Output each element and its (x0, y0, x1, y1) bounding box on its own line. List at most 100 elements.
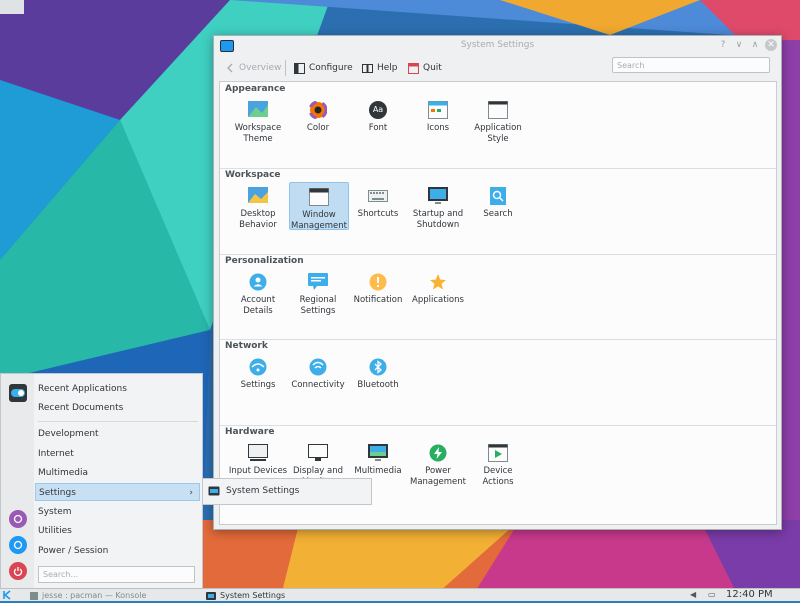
tile-notification[interactable]: Notification (348, 268, 408, 316)
menu-item-recent-documents[interactable]: Recent Documents (38, 399, 198, 417)
search-icon (488, 186, 508, 206)
application-launcher-menu: Recent Applications Recent Documents Dev… (0, 373, 203, 590)
multimedia-icon (368, 443, 388, 463)
font-glyph: Aa (369, 101, 387, 119)
desktop-behavior-icon (248, 186, 268, 206)
task-label: System Settings (220, 591, 286, 600)
tile-account-details[interactable]: Account Details (228, 268, 288, 316)
system-settings-window: System Settings ? ∨ ∧ ✕ Overview Configu… (213, 35, 782, 530)
menu-item-settings[interactable]: Settings › (35, 483, 200, 501)
tile-label: Startup and Shutdown (412, 209, 464, 230)
tile-shortcuts[interactable]: Shortcuts (348, 182, 408, 230)
tile-desktop-behavior[interactable]: Desktop Behavior (228, 182, 288, 230)
tile-network-settings[interactable]: Settings (228, 353, 288, 401)
menu-item-development[interactable]: Development (38, 425, 198, 443)
menu-divider (38, 421, 198, 422)
task-label: jesse : pacman — Konsole (42, 591, 147, 600)
section-title: Network (225, 341, 268, 351)
menu-item-recent-applications[interactable]: Recent Applications (38, 380, 198, 398)
tile-label: Application Style (474, 123, 522, 144)
task-system-settings[interactable]: System Settings (206, 590, 285, 601)
menu-item-multimedia[interactable]: Multimedia (38, 464, 198, 482)
tile-application-style[interactable]: Application Style (468, 96, 528, 144)
tile-applications[interactable]: Applications (408, 268, 468, 316)
settings-submenu: System Settings (202, 478, 372, 505)
tile-search[interactable]: Search (468, 182, 528, 230)
title-bar[interactable]: System Settings ? ∨ ∧ ✕ (214, 36, 781, 56)
font-icon: Aa (368, 100, 388, 120)
configure-label: Configure (309, 63, 353, 73)
kde-launcher-icon[interactable] (2, 590, 16, 601)
color-icon (308, 100, 328, 120)
maximize-button[interactable]: ∧ (749, 39, 761, 51)
workspace-theme-icon (248, 100, 268, 120)
submenu-item-label: System Settings (226, 486, 300, 496)
shortcuts-icon (368, 186, 388, 206)
tile-startup-shutdown[interactable]: Startup and Shutdown (408, 182, 468, 230)
input-devices-icon (248, 443, 268, 463)
tile-device-actions[interactable]: Device Actions (468, 439, 528, 487)
configure-icon (294, 62, 305, 74)
tile-regional-settings[interactable]: Regional Settings (288, 268, 348, 316)
tile-label: Shortcuts (357, 209, 399, 219)
section-divider (220, 339, 776, 340)
volume-icon[interactable]: ◀ (690, 590, 696, 599)
tile-label: Regional Settings (299, 295, 337, 316)
startup-shutdown-icon (428, 186, 448, 206)
section-divider (220, 254, 776, 255)
clock[interactable]: 12:40 PM (726, 589, 773, 600)
toolbar-divider (285, 60, 286, 76)
menu-item-settings-label: Settings (39, 488, 76, 498)
chevron-right-icon: › (189, 488, 193, 498)
network-tray-icon[interactable]: ▭ (708, 590, 716, 599)
favorites-icon[interactable] (9, 510, 27, 528)
tile-workspace-theme[interactable]: Workspace Theme (228, 96, 288, 144)
device-actions-icon (488, 443, 508, 463)
menu-item-utilities[interactable]: Utilities (38, 522, 198, 540)
task-konsole[interactable]: jesse : pacman — Konsole (30, 590, 146, 601)
section-title: Appearance (225, 84, 286, 94)
launcher-search-input[interactable] (38, 566, 195, 583)
overview-label: Overview (239, 63, 282, 73)
tile-label: Icons (426, 123, 450, 133)
tile-connectivity[interactable]: Connectivity (288, 353, 348, 401)
tile-label: Device Actions (482, 466, 514, 487)
submenu-item-system-settings[interactable]: System Settings (208, 486, 299, 496)
help-title-button[interactable]: ? (717, 39, 729, 51)
menu-item-system[interactable]: System (38, 503, 198, 521)
tile-label: Bluetooth (357, 380, 399, 390)
help-book-icon (362, 63, 373, 74)
section-divider (220, 168, 776, 169)
display-monitor-icon (308, 443, 328, 463)
taskbar: jesse : pacman — Konsole System Settings… (0, 588, 800, 601)
section-title: Personalization (225, 256, 304, 266)
configure-button[interactable]: Configure (294, 60, 353, 76)
quit-label: Quit (423, 63, 442, 73)
tile-label: Multimedia (354, 466, 402, 476)
notification-icon (368, 272, 388, 292)
tile-label: Input Devices (228, 466, 288, 476)
search-input[interactable] (612, 57, 770, 73)
tile-icons[interactable]: Icons (408, 96, 468, 144)
overview-button[interactable]: Overview (224, 60, 281, 76)
tile-power-management[interactable]: Power Management (408, 439, 468, 487)
menu-item-internet[interactable]: Internet (38, 445, 198, 463)
terminal-icon (30, 591, 38, 600)
window-title: System Settings (460, 40, 535, 50)
tile-color[interactable]: Color (288, 96, 348, 144)
minimize-button[interactable]: ∨ (733, 39, 745, 51)
quit-icon (408, 62, 419, 74)
toggle-icon[interactable] (9, 384, 27, 402)
close-button[interactable]: ✕ (765, 39, 777, 51)
tile-window-management[interactable]: Window Management (289, 182, 349, 231)
connectivity-icon (308, 357, 328, 377)
tile-font[interactable]: Aa Font (348, 96, 408, 144)
power-icon[interactable] (9, 562, 27, 580)
menu-item-power-session[interactable]: Power / Session (38, 542, 198, 560)
applications-star-icon (428, 272, 448, 292)
tile-bluetooth[interactable]: Bluetooth (348, 353, 408, 401)
computer-icon[interactable] (9, 536, 27, 554)
quit-button[interactable]: Quit (408, 60, 442, 76)
bluetooth-icon (368, 357, 388, 377)
help-button[interactable]: Help (362, 60, 398, 76)
